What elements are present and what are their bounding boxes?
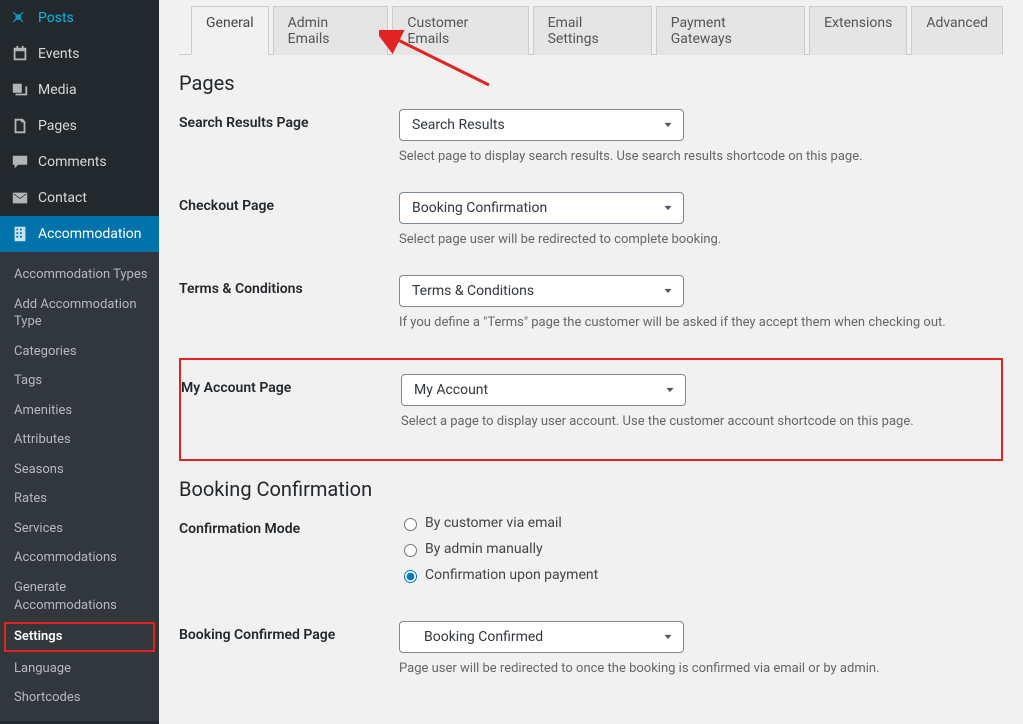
- help-terms-conditions: If you define a "Terms" page the custome…: [399, 315, 1003, 330]
- sidebar-item-label: Contact: [38, 190, 87, 206]
- section-title-pages: Pages: [179, 71, 1003, 95]
- tab-email-settings[interactable]: Email Settings: [533, 6, 652, 55]
- help-search-results-page: Select page to display search results. U…: [399, 149, 1003, 164]
- section-title-booking: Booking Confirmation: [179, 477, 1003, 501]
- sidebar-item-label: Posts: [38, 10, 74, 26]
- label-my-account-page: My Account Page: [181, 374, 401, 396]
- sidebar-item-posts[interactable]: Posts: [0, 0, 159, 36]
- help-booking-confirmed-page: Page user will be redirected to once the…: [399, 661, 1003, 676]
- submenu-amenities[interactable]: Amenities: [0, 396, 159, 426]
- radio-label: By admin manually: [425, 541, 543, 557]
- submenu-attributes[interactable]: Attributes: [0, 425, 159, 455]
- tab-admin-emails[interactable]: Admin Emails: [273, 6, 389, 55]
- select-value: Booking Confirmed: [424, 629, 543, 645]
- sidebar-item-pages[interactable]: Pages: [0, 108, 159, 144]
- select-terms-conditions[interactable]: Terms & Conditions: [399, 275, 684, 307]
- select-value: Booking Confirmation: [412, 200, 547, 216]
- admin-sidebar: Posts Events Media Pages Comments Contac…: [0, 0, 159, 724]
- tab-payment-gateways[interactable]: Payment Gateways: [656, 6, 805, 55]
- page-icon: [10, 116, 30, 136]
- sidebar-item-label: Comments: [38, 154, 107, 170]
- submenu-tags[interactable]: Tags: [0, 366, 159, 396]
- radio-upon-payment[interactable]: Confirmation upon payment: [399, 567, 1003, 583]
- select-checkout-page[interactable]: Booking Confirmation: [399, 192, 684, 224]
- sidebar-item-contact[interactable]: Contact: [0, 180, 159, 216]
- row-my-account-page: My Account Page My Account Select a page…: [181, 374, 1001, 429]
- media-icon: [10, 80, 30, 100]
- sidebar-item-label: Events: [38, 46, 79, 62]
- sidebar-item-label: Pages: [38, 118, 77, 134]
- label-booking-confirmed-page: Booking Confirmed Page: [179, 621, 399, 643]
- sidebar-item-events[interactable]: Events: [0, 36, 159, 72]
- label-search-results-page: Search Results Page: [179, 109, 399, 131]
- radio-input-upon-payment[interactable]: [404, 570, 417, 583]
- chevron-down-icon: [663, 383, 677, 397]
- select-my-account-page[interactable]: My Account: [401, 374, 686, 406]
- help-checkout-page: Select page user will be redirected to c…: [399, 232, 1003, 247]
- tab-advanced[interactable]: Advanced: [911, 6, 1003, 55]
- radio-label: By customer via email: [425, 515, 562, 531]
- sidebar-item-accommodation[interactable]: Accommodation: [0, 216, 159, 252]
- row-terms-conditions: Terms & Conditions Terms & Conditions If…: [179, 275, 1003, 330]
- select-value: Terms & Conditions: [412, 283, 534, 299]
- radio-input-by-customer[interactable]: [404, 518, 417, 531]
- radio-by-customer[interactable]: By customer via email: [399, 515, 1003, 531]
- label-terms-conditions: Terms & Conditions: [179, 275, 399, 297]
- label-checkout-page: Checkout Page: [179, 192, 399, 214]
- radio-label: Confirmation upon payment: [425, 567, 598, 583]
- submenu-accommodation-types[interactable]: Accommodation Types: [0, 260, 159, 290]
- chevron-down-icon: [661, 118, 675, 132]
- row-search-results-page: Search Results Page Search Results Selec…: [179, 109, 1003, 164]
- sidebar-item-label: Media: [38, 82, 77, 98]
- sidebar-item-comments[interactable]: Comments: [0, 144, 159, 180]
- comment-icon: [10, 152, 30, 172]
- submenu-add-accommodation-type[interactable]: Add Accommodation Type: [0, 290, 159, 337]
- mail-icon: [10, 188, 30, 208]
- settings-tabs: General Admin Emails Customer Emails Ema…: [179, 6, 1003, 55]
- sidebar-submenu: Accommodation Types Add Accommodation Ty…: [0, 252, 159, 721]
- tab-general[interactable]: General: [191, 6, 269, 55]
- tab-extensions[interactable]: Extensions: [809, 6, 907, 55]
- select-value: Search Results: [412, 117, 505, 133]
- radio-by-admin[interactable]: By admin manually: [399, 541, 1003, 557]
- building-icon: [10, 224, 30, 244]
- submenu-accommodations[interactable]: Accommodations: [0, 543, 159, 573]
- calendar-icon: [10, 44, 30, 64]
- sidebar-item-label: Accommodation: [38, 226, 142, 242]
- chevron-down-icon: [661, 630, 675, 644]
- pin-icon: [10, 8, 30, 28]
- row-checkout-page: Checkout Page Booking Confirmation Selec…: [179, 192, 1003, 247]
- submenu-language[interactable]: Language: [0, 654, 159, 684]
- select-booking-confirmed-page[interactable]: Booking Confirmed: [399, 621, 684, 653]
- main-content: General Admin Emails Customer Emails Ema…: [159, 0, 1023, 724]
- label-confirmation-mode: Confirmation Mode: [179, 515, 399, 537]
- submenu-settings[interactable]: Settings: [4, 622, 155, 652]
- submenu-rates[interactable]: Rates: [0, 484, 159, 514]
- chevron-down-icon: [661, 284, 675, 298]
- radio-input-by-admin[interactable]: [404, 544, 417, 557]
- tab-customer-emails[interactable]: Customer Emails: [392, 6, 528, 55]
- chevron-down-icon: [661, 201, 675, 215]
- row-confirmation-mode: Confirmation Mode By customer via email …: [179, 515, 1003, 593]
- highlight-my-account: My Account Page My Account Select a page…: [179, 358, 1003, 461]
- help-my-account-page: Select a page to display user account. U…: [401, 414, 1001, 429]
- submenu-generate-accommodations[interactable]: Generate Accommodations: [0, 573, 159, 620]
- select-search-results-page[interactable]: Search Results: [399, 109, 684, 141]
- select-value: My Account: [414, 382, 488, 398]
- row-booking-confirmed-page: Booking Confirmed Page Booking Confirmed…: [179, 621, 1003, 676]
- sidebar-item-media[interactable]: Media: [0, 72, 159, 108]
- submenu-categories[interactable]: Categories: [0, 337, 159, 367]
- submenu-services[interactable]: Services: [0, 514, 159, 544]
- submenu-seasons[interactable]: Seasons: [0, 455, 159, 485]
